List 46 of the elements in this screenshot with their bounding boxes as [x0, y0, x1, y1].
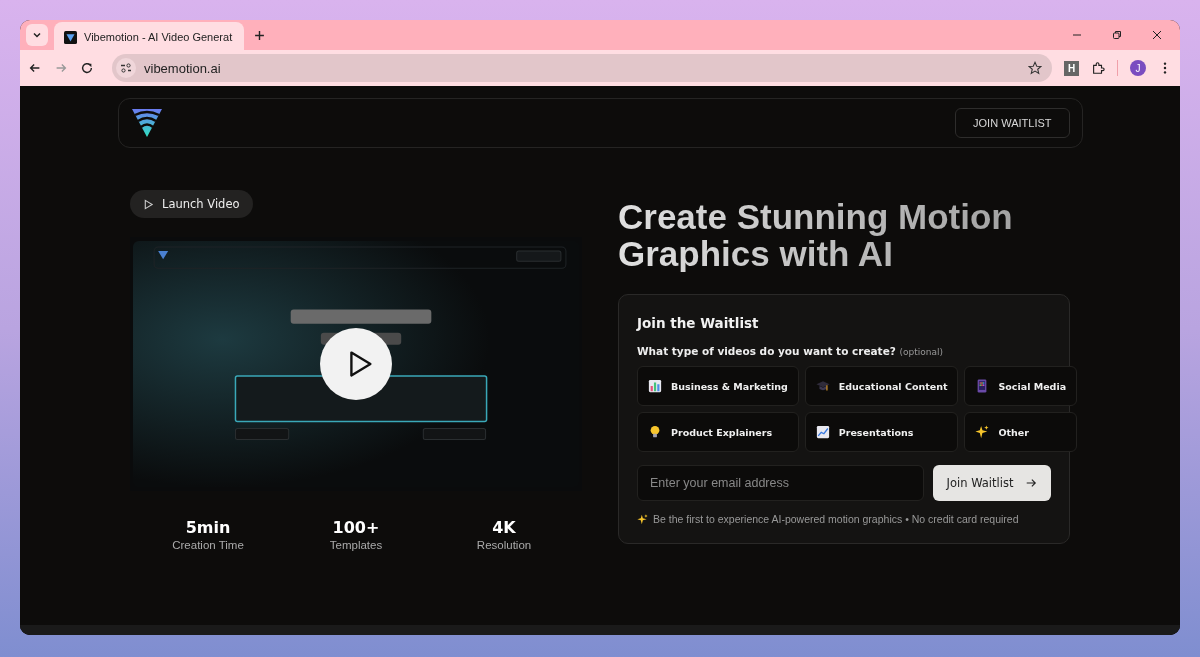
stat-value: 5min: [185, 518, 231, 537]
category-option[interactable]: Presentations: [804, 412, 959, 452]
profile-avatar[interactable]: J: [1130, 60, 1146, 76]
puzzle-icon[interactable]: [1091, 61, 1105, 75]
logo-icon: [64, 30, 77, 44]
back-icon[interactable]: [28, 61, 42, 75]
note-text: Be the first to experience AI-powered motion graphics • No credit card required: [653, 513, 1019, 525]
question-text: What type of videos do you want to create?: [637, 345, 896, 357]
line-chart-icon: [815, 425, 830, 439]
join-waitlist-button[interactable]: Join Waitlist: [933, 465, 1051, 501]
logo-icon[interactable]: [130, 108, 163, 138]
reload-icon[interactable]: [80, 61, 94, 75]
tab-list-button[interactable]: [26, 24, 48, 46]
sparkles-icon: [975, 425, 990, 439]
optional-hint: (optional): [899, 347, 943, 357]
category-option[interactable]: Other: [964, 412, 1078, 452]
close-icon[interactable]: [1152, 30, 1162, 40]
stat-value: 100+: [332, 518, 380, 537]
stat-value: 4K: [492, 518, 516, 537]
extension-button[interactable]: H: [1064, 60, 1079, 76]
bar-chart-icon: [648, 379, 662, 393]
stat-label: Creation Time: [172, 539, 244, 551]
graduation-cap-icon: [815, 379, 830, 393]
category-option[interactable]: Social Media: [964, 366, 1078, 406]
join-waitlist-button[interactable]: JOIN WAITLIST: [955, 108, 1070, 138]
category-option[interactable]: Business & Marketing: [637, 366, 799, 406]
category-option[interactable]: Educational Content: [804, 366, 959, 406]
email-field[interactable]: Enter your email address: [637, 465, 924, 501]
chevron-down-icon: [32, 30, 42, 40]
site-settings-icon[interactable]: [116, 58, 136, 78]
arrow-right-icon: [1025, 477, 1038, 489]
category-option[interactable]: Product Explainers: [637, 412, 799, 452]
browser-tab[interactable]: Vibemotion - AI Video Generat: [54, 22, 244, 52]
new-tab-icon[interactable]: [254, 29, 265, 41]
url-text: vibemotion.ai: [144, 60, 221, 76]
play-icon: [143, 198, 154, 210]
tab-title: Vibemotion - AI Video Generat: [84, 31, 233, 43]
stat-label: Templates: [329, 539, 383, 551]
sparkles-icon: [637, 513, 648, 525]
card-title: Join the Waitlist: [637, 315, 760, 331]
address-bar[interactable]: vibemotion.ai: [112, 54, 1052, 82]
launch-video-button[interactable]: Launch Video: [130, 190, 253, 218]
stat-label: Resolution: [476, 539, 532, 551]
star-icon[interactable]: [1028, 61, 1042, 75]
lightbulb-icon: [648, 425, 662, 439]
restore-icon[interactable]: [1112, 30, 1122, 40]
